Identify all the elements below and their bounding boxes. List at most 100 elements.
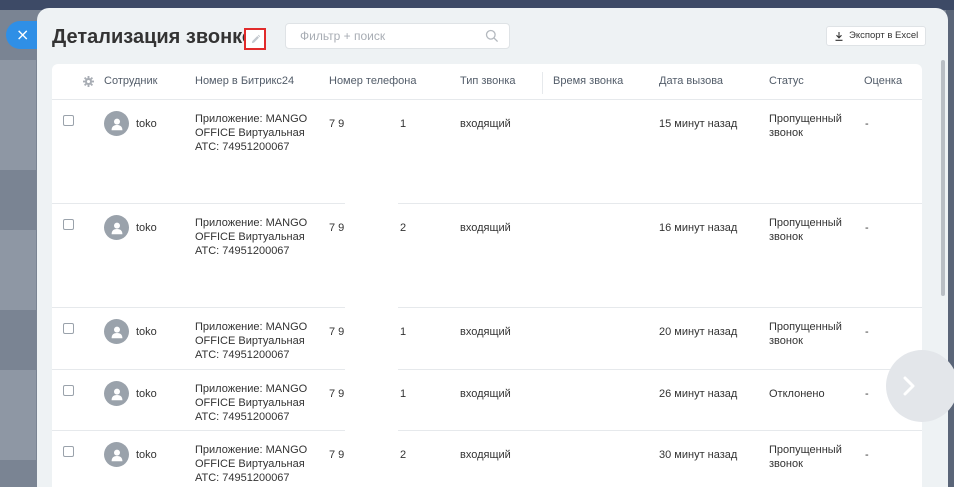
employee-name[interactable]: toko	[136, 325, 157, 339]
edit-title-button[interactable]	[244, 28, 266, 50]
column-status[interactable]: Статус	[769, 64, 804, 99]
user-icon	[111, 222, 122, 234]
call-status: Пропущенный звонок	[769, 320, 854, 348]
call-date: 26 минут назад	[659, 388, 738, 400]
phone-number-prefix: 7 9	[329, 326, 345, 338]
call-status: Пропущенный звонок	[769, 216, 854, 244]
page-title: Детализация звонков	[52, 26, 267, 48]
call-rating: -	[865, 449, 869, 461]
avatar[interactable]	[104, 319, 129, 344]
status-line: Пропущенный	[769, 444, 842, 456]
search-icon[interactable]	[485, 29, 499, 43]
column-phone-number[interactable]: Номер телефона	[329, 64, 416, 99]
table-row[interactable]: toko Приложение: MANGO OFFICE Виртуальна…	[52, 204, 922, 308]
avatar[interactable]	[104, 111, 129, 136]
phone-number-suffix: 2	[400, 222, 407, 234]
vertical-scrollbar[interactable]	[941, 60, 945, 296]
column-divider[interactable]	[542, 72, 543, 94]
status-line: звонок	[769, 127, 803, 139]
avatar[interactable]	[104, 215, 129, 240]
bitrix-number: Приложение: MANGO OFFICE Виртуальная АТС…	[195, 443, 315, 485]
row-checkbox[interactable]	[63, 385, 74, 396]
export-excel-button[interactable]: Экспорт в Excel	[826, 26, 927, 46]
bitrix-number-line: АТС: 74951200067	[195, 411, 290, 423]
table-row[interactable]: toko Приложение: MANGO OFFICE Виртуальна…	[52, 308, 922, 370]
call-rating: -	[865, 222, 869, 234]
call-status: Пропущенный звонок	[769, 112, 854, 140]
user-icon	[111, 118, 122, 130]
search-input[interactable]	[286, 24, 476, 48]
status-line: Пропущенный	[769, 217, 842, 229]
phone-number-suffix: 1	[400, 388, 407, 400]
call-type: входящий	[460, 388, 511, 400]
bitrix-number-line: АТС: 74951200067	[195, 472, 290, 484]
pencil-icon	[251, 34, 260, 43]
employee-name[interactable]: toko	[136, 448, 157, 462]
bitrix-number-line: АТС: 74951200067	[195, 245, 290, 257]
employee-name[interactable]: toko	[136, 387, 157, 401]
row-checkbox[interactable]	[63, 115, 74, 126]
bitrix-number-line: Приложение: MANGO	[195, 444, 308, 456]
row-checkbox[interactable]	[63, 323, 74, 334]
search-field[interactable]	[285, 23, 510, 49]
phone-number-suffix: 1	[400, 326, 407, 338]
call-type: входящий	[460, 222, 511, 234]
bitrix-number-line: OFFICE Виртуальная	[195, 397, 305, 409]
bitrix-number-line: Приложение: MANGO	[195, 113, 308, 125]
download-icon	[835, 31, 843, 41]
user-icon	[111, 326, 122, 338]
call-details-slider: Детализация звонков Экспорт в Excel	[37, 8, 948, 487]
phone-number-prefix: 7 9	[329, 118, 345, 130]
bitrix-number-line: Приложение: MANGO	[195, 217, 308, 229]
call-rating: -	[865, 326, 869, 338]
call-date: 16 минут назад	[659, 222, 738, 234]
gear-icon[interactable]	[83, 76, 94, 87]
phone-number-prefix: 7 9	[329, 449, 345, 461]
bitrix-number: Приложение: MANGO OFFICE Виртуальная АТС…	[195, 112, 315, 154]
calls-table: Сотрудник Номер в Битрикс24 Номер телефо…	[52, 64, 922, 487]
phone-number-prefix: 7 9	[329, 388, 345, 400]
phone-number-prefix: 7 9	[329, 222, 345, 234]
bitrix-number: Приложение: MANGO OFFICE Виртуальная АТС…	[195, 382, 315, 424]
phone-number-suffix: 2	[400, 449, 407, 461]
bitrix-number: Приложение: MANGO OFFICE Виртуальная АТС…	[195, 320, 315, 362]
avatar[interactable]	[104, 381, 129, 406]
call-rating: -	[865, 388, 869, 400]
call-status: Пропущенный звонок	[769, 443, 854, 471]
avatar[interactable]	[104, 442, 129, 467]
call-type: входящий	[460, 449, 511, 461]
export-label: Экспорт в Excel	[849, 30, 919, 41]
employee-name[interactable]: toko	[136, 117, 157, 131]
bitrix-number-line: OFFICE Виртуальная	[195, 335, 305, 347]
call-date: 15 минут назад	[659, 118, 738, 130]
column-bitrix-number[interactable]: Номер в Битрикс24	[195, 64, 294, 99]
bitrix-number-line: Приложение: MANGO	[195, 321, 308, 333]
table-row[interactable]: toko Приложение: MANGO OFFICE Виртуальна…	[52, 431, 922, 487]
employee-name[interactable]: toko	[136, 221, 157, 235]
phone-redaction-mask	[345, 100, 398, 487]
bitrix-number: Приложение: MANGO OFFICE Виртуальная АТС…	[195, 216, 315, 258]
column-call-time[interactable]: Время звонка	[553, 64, 623, 99]
bitrix-number-line: Приложение: MANGO	[195, 383, 308, 395]
user-icon	[111, 388, 122, 400]
background-panel	[0, 60, 36, 170]
call-date: 30 минут назад	[659, 449, 738, 461]
background-panel	[0, 370, 36, 460]
bitrix-number-line: АТС: 74951200067	[195, 349, 290, 361]
slider-header: Детализация звонков Экспорт в Excel	[37, 8, 948, 64]
table-row[interactable]: toko Приложение: MANGO OFFICE Виртуальна…	[52, 100, 922, 204]
column-call-date[interactable]: Дата вызова	[659, 64, 723, 99]
column-rating[interactable]: Оценка	[864, 64, 902, 99]
row-checkbox[interactable]	[63, 219, 74, 230]
row-checkbox[interactable]	[63, 446, 74, 457]
call-rating: -	[865, 118, 869, 130]
background-panel	[0, 230, 36, 310]
column-employee[interactable]: Сотрудник	[104, 64, 157, 99]
call-status: Отклонено	[769, 387, 854, 401]
user-icon	[111, 449, 122, 461]
bitrix-number-line: АТС: 74951200067	[195, 141, 290, 153]
column-call-type[interactable]: Тип звонка	[460, 64, 516, 99]
phone-number-suffix: 1	[400, 118, 407, 130]
scroll-right-button[interactable]	[886, 350, 954, 422]
table-row[interactable]: toko Приложение: MANGO OFFICE Виртуальна…	[52, 370, 922, 431]
